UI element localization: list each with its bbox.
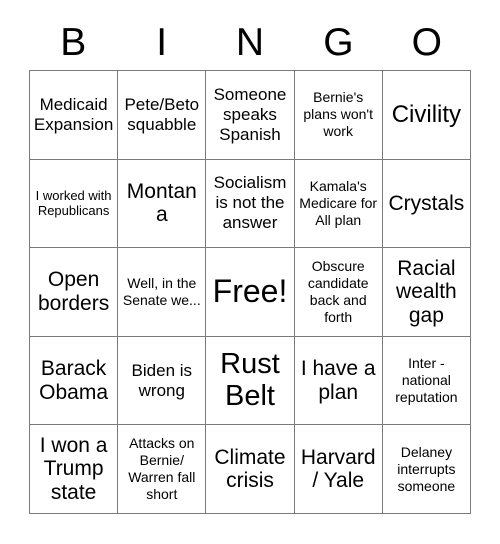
bingo-cell[interactable]: Delaney interrupts someone (382, 425, 471, 514)
bingo-cell[interactable]: Biden is wrong (118, 336, 207, 426)
bingo-cell-label: Rust Belt (220, 348, 280, 412)
bingo-cell-label: Delaney interrupts someone (397, 443, 456, 494)
bingo-cell-label: Obscure candidate back and forth (307, 257, 369, 326)
bingo-cell[interactable]: Open borders (30, 248, 119, 337)
bingo-cell-label: Free! (212, 273, 288, 310)
bingo-cell-label: Someone speaks Spanish (213, 84, 287, 144)
bingo-cell[interactable]: Barack Obama (30, 336, 119, 426)
bingo-cell[interactable]: Civility (382, 71, 471, 160)
bingo-cell[interactable]: Pete/Beto squabble (118, 71, 207, 160)
bingo-cell-label: Open borders (37, 268, 110, 315)
bingo-header-letter-i: I (156, 20, 168, 64)
bingo-cell[interactable]: Montana (118, 159, 207, 249)
bingo-cell-label: Harvard / Yale (300, 445, 376, 493)
bingo-header-row: B I N G O (29, 14, 471, 70)
bingo-cell[interactable]: I worked with Republicans (30, 159, 119, 249)
bingo-cell-label: Well, in the Senate we... (122, 274, 201, 308)
bingo-header-letter-n: N (235, 20, 265, 64)
bingo-cell-label: Inter - national reputation (395, 354, 458, 406)
bingo-cell-label: I won a Trump state (39, 433, 108, 504)
bingo-cell-label: Socialism is not the answer (213, 173, 287, 233)
bingo-cell-label: I worked with Republicans (35, 187, 112, 219)
bingo-cell[interactable]: Kamala's Medicare for All plan (294, 159, 383, 249)
bingo-grid: Medicaid Expansion Pete/Beto squabble Some… (29, 70, 471, 514)
bingo-cell[interactable]: Obscure candidate back and forth (294, 248, 383, 337)
bingo-cell-label: Bernie's plans won't work (303, 89, 373, 140)
bingo-cell-label: Kamala's Medicare for All plan (299, 177, 378, 228)
bingo-cell[interactable]: Harvard / Yale (294, 425, 383, 514)
bingo-header-letter-o: O (411, 20, 442, 64)
bingo-cell[interactable]: Climate crisis (206, 425, 295, 514)
bingo-header-letter-b: B (60, 20, 87, 64)
bingo-cell[interactable]: I have a plan (294, 336, 383, 426)
bingo-cell-label: Medicaid Expansion (33, 94, 114, 134)
bingo-cell[interactable]: I won a Trump state (30, 425, 119, 514)
bingo-cell-label: Civility (391, 100, 462, 128)
bingo-cell[interactable]: Inter - national reputation (382, 336, 471, 426)
bingo-cell[interactable]: Attacks on Bernie/ Warren fall short (118, 425, 207, 514)
bingo-card: B I N G O Medicaid Expansion Pete/Beto sq… (0, 0, 500, 544)
bingo-cell[interactable]: Bernie's plans won't work (294, 71, 383, 160)
bingo-cell[interactable]: Someone speaks Spanish (206, 71, 295, 160)
bingo-cell[interactable]: Socialism is not the answer (206, 159, 295, 249)
bingo-cell-label: Pete/Beto squabble (124, 94, 200, 134)
bingo-cell[interactable]: Free! (206, 248, 295, 337)
bingo-cell[interactable]: Racial wealth gap (382, 248, 471, 337)
bingo-cell[interactable]: Well, in the Senate we... (118, 248, 207, 337)
bingo-header-letter-g: G (323, 20, 354, 64)
bingo-cell-label: Biden is wrong (131, 360, 193, 400)
bingo-cell-label: I have a plan (300, 357, 376, 404)
bingo-cell-label: Attacks on Bernie/ Warren fall short (128, 435, 196, 503)
bingo-cell-label: Barack Obama (39, 357, 109, 404)
bingo-cell[interactable]: Medicaid Expansion (30, 71, 119, 160)
bingo-cell-label: Climate crisis (214, 445, 286, 493)
bingo-cell[interactable]: Crystals (382, 159, 471, 249)
bingo-cell[interactable]: Rust Belt (206, 336, 295, 426)
bingo-cell-label: Montana (126, 179, 197, 227)
bingo-cell-label: Racial wealth gap (396, 256, 457, 327)
bingo-cell-label: Crystals (388, 191, 465, 215)
